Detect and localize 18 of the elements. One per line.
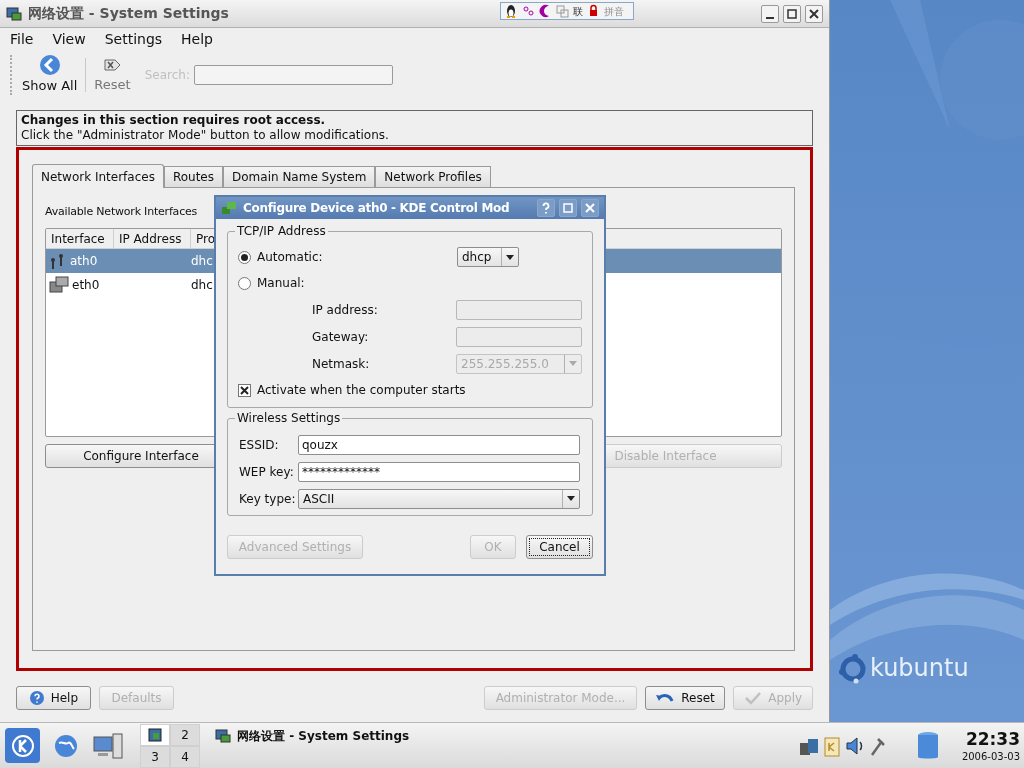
field-label: Key type:	[239, 490, 297, 508]
dialog-title: Configure Device ath0 - KDE Control Mod	[243, 200, 510, 217]
table-cell-text: dhc	[191, 253, 213, 270]
group-title: Wireless Settings	[235, 411, 343, 425]
field-label: WEP key:	[239, 463, 295, 481]
notice-text: Click the "Administrator Mode" button to allow modifications.	[21, 128, 390, 143]
field-label: ESSID:	[239, 436, 280, 454]
field-label: Netmask:	[312, 355, 370, 373]
group-title: TCP/IP Address	[235, 224, 328, 238]
logo-text: kubuntu	[870, 656, 969, 680]
window-title: 网络设置 - System Settings	[28, 4, 229, 23]
table-cell-text: ath0	[70, 253, 98, 270]
table-cell-text: dhc	[191, 277, 213, 294]
section-label: Available Network Interfaces	[45, 204, 198, 220]
field-label: Gateway:	[312, 328, 369, 346]
table-cell-text: eth0	[72, 277, 100, 294]
notice-title: Changes in this section requires root access.	[21, 113, 327, 128]
field-label: IP address:	[312, 301, 378, 319]
